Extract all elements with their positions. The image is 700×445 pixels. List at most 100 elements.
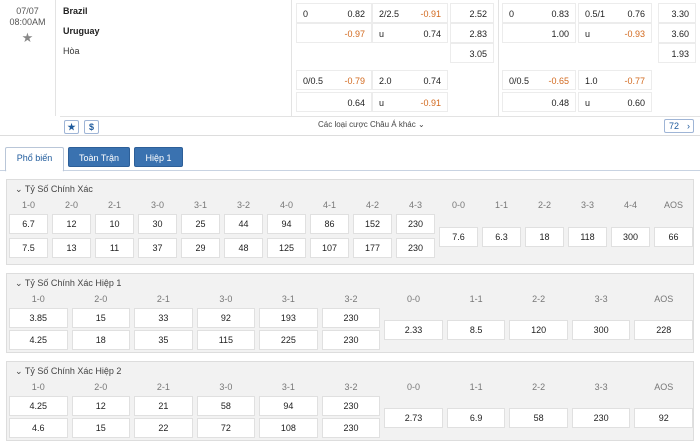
- section-title[interactable]: ⌄ Tỷ Số Chính Xác: [15, 184, 93, 195]
- score-odds-cell[interactable]: 12: [52, 214, 91, 234]
- score-odds-cell[interactable]: 300: [611, 227, 650, 247]
- odds-value: 0.83: [551, 9, 569, 19]
- score-odds-cell[interactable]: 3.85: [9, 308, 68, 328]
- odds-cell[interactable]: 0 0.83: [502, 3, 576, 23]
- score-odds-cell[interactable]: 22: [134, 418, 193, 438]
- dollar-button[interactable]: $: [84, 120, 99, 134]
- score-odds-cell[interactable]: 6.3: [482, 227, 521, 247]
- odds-value: 0.60: [627, 98, 645, 108]
- odds-cell[interactable]: 0.5/1 0.76: [578, 3, 652, 23]
- score-odds-cell[interactable]: 230: [321, 308, 381, 328]
- score-odds-cell[interactable]: 4.25: [9, 396, 68, 416]
- collapse-chevron-icon: ⌄: [15, 366, 25, 376]
- score-odds-cell[interactable]: 44: [224, 214, 263, 234]
- score-odds-cell[interactable]: 15: [71, 418, 131, 438]
- score-header: 2-0: [64, 200, 78, 210]
- score-odds-cell[interactable]: 230: [321, 418, 381, 438]
- tab-popular[interactable]: Phổ biến: [5, 147, 64, 172]
- odds-cell[interactable]: 0.48: [502, 92, 576, 112]
- odds-cell[interactable]: u -0.93: [578, 23, 652, 43]
- score-odds-cell[interactable]: 37: [138, 238, 177, 258]
- score-odds-cell[interactable]: 230: [571, 408, 631, 428]
- odds-cell[interactable]: 1.00: [502, 23, 576, 43]
- more-asian-bets-link[interactable]: Các loại cược Châu Á khác ⌄: [318, 118, 425, 132]
- score-odds-cell[interactable]: 118: [568, 227, 607, 247]
- score-odds-cell[interactable]: 108: [259, 418, 318, 438]
- score-odds-cell[interactable]: 177: [353, 238, 392, 258]
- odds-cell[interactable]: 3.60: [658, 23, 696, 43]
- tab-first-half[interactable]: Hiệp 1: [134, 147, 183, 167]
- score-odds-cell[interactable]: 29: [181, 238, 220, 258]
- score-header: 2-2: [532, 294, 546, 304]
- score-odds-cell[interactable]: 15: [71, 308, 131, 328]
- score-odds-cell[interactable]: 10: [95, 214, 134, 234]
- score-odds-cell[interactable]: 120: [509, 320, 568, 340]
- section-title[interactable]: ⌄ Tỷ Số Chính Xác Hiệp 1: [15, 278, 121, 289]
- score-odds-cell[interactable]: 58: [196, 396, 256, 416]
- score-odds-cell[interactable]: 13: [52, 238, 91, 258]
- odds-cell[interactable]: u -0.91: [372, 92, 448, 112]
- odds-cell[interactable]: u 0.74: [372, 23, 448, 43]
- score-odds-cell[interactable]: 6.7: [9, 214, 48, 234]
- score-odds-cell[interactable]: 92: [196, 308, 256, 328]
- odds-cell[interactable]: 0/0.5 -0.65: [502, 70, 576, 90]
- odds-cell[interactable]: 2.52: [450, 3, 494, 23]
- score-odds-cell[interactable]: 48: [224, 238, 263, 258]
- score-odds-cell[interactable]: 115: [196, 330, 256, 350]
- score-odds-cell[interactable]: 125: [267, 238, 306, 258]
- score-odds-cell[interactable]: 35: [134, 330, 193, 350]
- score-odds-cell[interactable]: 4.25: [9, 330, 68, 350]
- score-odds-cell[interactable]: 86: [310, 214, 349, 234]
- score-odds-cell[interactable]: 230: [321, 330, 381, 350]
- score-odds-cell[interactable]: 12: [71, 396, 131, 416]
- score-odds-cell[interactable]: 230: [396, 238, 435, 258]
- tab-full-match[interactable]: Toàn Trận: [68, 147, 130, 167]
- score-odds-cell[interactable]: 30: [138, 214, 177, 234]
- score-odds-cell[interactable]: 18: [525, 227, 564, 247]
- score-odds-cell[interactable]: 25: [181, 214, 220, 234]
- odds-cell[interactable]: 0.64: [296, 92, 372, 112]
- odds-cell[interactable]: 1.0 -0.77: [578, 70, 652, 90]
- section-title[interactable]: ⌄ Tỷ Số Chính Xác Hiệp 2: [15, 366, 121, 377]
- score-odds-cell[interactable]: 2.73: [384, 408, 443, 428]
- odds-cell[interactable]: 2.0 0.74: [372, 70, 448, 90]
- odds-cell[interactable]: 0 0.82: [296, 3, 372, 23]
- odds-cell[interactable]: 2/2.5 -0.91: [372, 3, 448, 23]
- score-odds-cell[interactable]: 58: [509, 408, 568, 428]
- score-odds-cell[interactable]: 11: [95, 238, 134, 258]
- odds-cell[interactable]: 2.83: [450, 23, 494, 43]
- score-odds-cell[interactable]: 228: [634, 320, 693, 340]
- score-odds-cell[interactable]: 7.5: [9, 238, 48, 258]
- score-odds-cell[interactable]: 230: [396, 214, 435, 234]
- score-odds-cell[interactable]: 94: [259, 396, 318, 416]
- more-bets-bar: ★ $ Các loại cược Châu Á khác ⌄ 72 ›: [60, 116, 700, 136]
- favorite-star-icon[interactable]: ★: [0, 31, 55, 44]
- score-odds-cell[interactable]: 21: [134, 396, 193, 416]
- score-odds-cell[interactable]: 18: [71, 330, 131, 350]
- odds-cell[interactable]: u 0.60: [578, 92, 652, 112]
- score-odds-cell[interactable]: 6.9: [446, 408, 506, 428]
- score-odds-cell[interactable]: 107: [310, 238, 349, 258]
- score-odds-cell[interactable]: 94: [267, 214, 306, 234]
- score-odds-cell[interactable]: 7.6: [439, 227, 478, 247]
- score-odds-cell[interactable]: 2.33: [384, 320, 443, 340]
- more-markets-count[interactable]: 72 ›: [664, 119, 694, 133]
- odds-cell[interactable]: 1.93: [658, 43, 696, 63]
- odds-cell[interactable]: 0/0.5 -0.79: [296, 70, 372, 90]
- odds-cell[interactable]: 3.30: [658, 3, 696, 23]
- teams-column: Brazil Uruguay Hòa: [60, 0, 292, 116]
- score-odds-cell[interactable]: 230: [321, 396, 381, 416]
- score-odds-cell[interactable]: 66: [654, 227, 693, 247]
- odds-cell[interactable]: -0.97: [296, 23, 372, 43]
- star-button[interactable]: ★: [64, 120, 79, 134]
- score-odds-cell[interactable]: 4.6: [9, 418, 68, 438]
- score-odds-cell[interactable]: 8.5: [446, 320, 506, 340]
- score-odds-cell[interactable]: 72: [196, 418, 256, 438]
- score-odds-cell[interactable]: 92: [634, 408, 693, 428]
- score-odds-cell[interactable]: 300: [571, 320, 631, 340]
- score-odds-cell[interactable]: 33: [134, 308, 193, 328]
- score-odds-cell[interactable]: 193: [259, 308, 318, 328]
- odds-cell[interactable]: 3.05: [450, 43, 494, 63]
- score-odds-cell[interactable]: 152: [353, 214, 392, 234]
- score-odds-cell[interactable]: 225: [259, 330, 318, 350]
